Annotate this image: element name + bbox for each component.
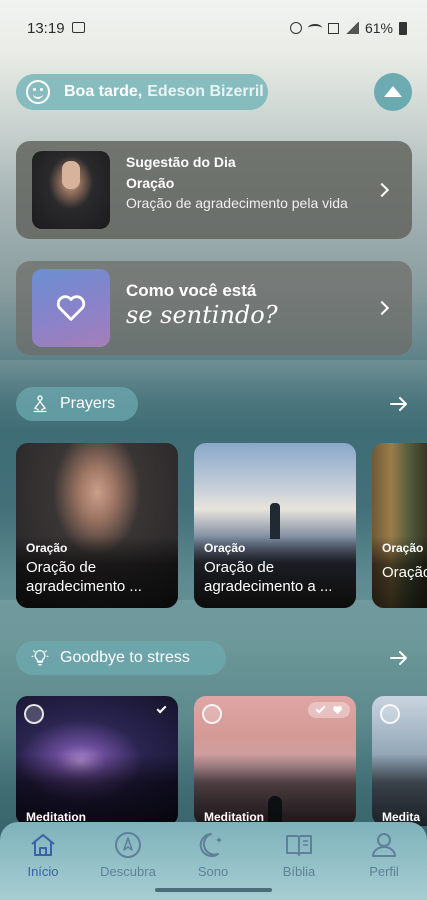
meditation-card[interactable]: Meditation bbox=[16, 696, 178, 826]
card-category: Oração bbox=[204, 541, 246, 555]
alarm-icon bbox=[289, 22, 302, 34]
arrow-right-icon[interactable] bbox=[390, 650, 408, 666]
signal-icon bbox=[344, 22, 359, 34]
praying-icon bbox=[33, 395, 47, 413]
image-notification-icon bbox=[72, 22, 85, 33]
nav-label: Início bbox=[27, 864, 59, 879]
status-bar: 13:19 61% bbox=[0, 0, 427, 56]
section-label: Goodbye to stress bbox=[60, 649, 190, 666]
user-name: Edeson Bizerril bbox=[147, 83, 264, 100]
nav-label: Sono bbox=[197, 864, 229, 879]
heart-icon bbox=[333, 706, 342, 714]
status-icons: 61% bbox=[289, 20, 407, 36]
suggestion-description: Oração de agradecimento pela vida bbox=[126, 195, 348, 211]
select-circle[interactable] bbox=[24, 704, 44, 724]
nav-item-sono[interactable]: Sono bbox=[178, 830, 248, 879]
greeting-text: Boa tarde, bbox=[64, 83, 143, 100]
nav-label: Descubra bbox=[100, 864, 156, 879]
daily-suggestion-card[interactable]: Sugestão do Dia Oração Oração de agradec… bbox=[16, 141, 412, 239]
section-goodbye-stress[interactable]: Goodbye to stress bbox=[16, 641, 226, 675]
person-silhouette bbox=[270, 503, 280, 539]
card-title: Oração de agradecimento ... bbox=[26, 559, 142, 595]
nav-label: Perfil bbox=[369, 864, 399, 879]
home-icon bbox=[31, 834, 55, 856]
battery-icon bbox=[399, 21, 407, 35]
suggestion-category: Oração bbox=[126, 175, 175, 191]
section-prayers[interactable]: Prayers bbox=[16, 387, 138, 421]
select-circle[interactable] bbox=[380, 704, 400, 724]
select-circle[interactable] bbox=[202, 704, 222, 724]
card-category: Oração bbox=[382, 541, 424, 555]
favorite-check-pill[interactable] bbox=[308, 702, 350, 718]
meditation-card[interactable]: Meditation bbox=[194, 696, 356, 826]
chevron-right-icon bbox=[374, 300, 390, 316]
meditation-card[interactable]: Medita bbox=[372, 696, 427, 826]
heart-icon bbox=[56, 295, 86, 321]
book-icon bbox=[286, 835, 312, 856]
suggestion-thumbnail bbox=[32, 151, 110, 229]
arrow-right-icon[interactable] bbox=[390, 396, 408, 412]
chevron-right-icon bbox=[374, 182, 390, 198]
wifi-icon bbox=[307, 24, 322, 32]
prayer-card[interactable]: Oração Oração de agradecimento ... bbox=[16, 443, 178, 608]
check-icon bbox=[315, 703, 326, 714]
moon-icon bbox=[199, 833, 222, 857]
nav-label: Bíblia bbox=[282, 864, 316, 879]
nav-item-inicio[interactable]: Início bbox=[8, 830, 78, 879]
smile-icon bbox=[26, 80, 50, 104]
compass-icon bbox=[115, 832, 141, 858]
card-category: Oração bbox=[26, 541, 68, 555]
nav-item-descubra[interactable]: Descubra bbox=[93, 830, 163, 879]
mood-question-line1: Como você está bbox=[126, 281, 257, 300]
prayer-card[interactable]: Oração Oração afasta bbox=[372, 443, 427, 608]
status-time: 13:19 bbox=[27, 20, 65, 37]
mood-question-line2: se sentindo? bbox=[126, 301, 278, 329]
home-indicator[interactable] bbox=[155, 888, 272, 892]
mood-card[interactable]: Como você está se sentindo? bbox=[16, 261, 412, 355]
heart-tile bbox=[32, 269, 110, 347]
suggestion-title: Sugestão do Dia bbox=[126, 154, 236, 170]
data-saver-icon bbox=[327, 22, 339, 34]
section-label: Prayers bbox=[60, 395, 116, 412]
card-title: Oração afasta bbox=[382, 564, 427, 581]
profile-icon bbox=[372, 833, 396, 857]
battery-percent: 61% bbox=[364, 20, 393, 36]
greeting-pill: Boa tarde, Edeson Bizerril bbox=[16, 74, 268, 110]
prayer-card[interactable]: Oração Oração de agradecimento a ... bbox=[194, 443, 356, 608]
nav-item-perfil[interactable]: Perfil bbox=[349, 830, 419, 879]
check-icon bbox=[156, 703, 167, 714]
lightbulb-icon bbox=[31, 649, 49, 666]
nav-item-biblia[interactable]: Bíblia bbox=[264, 830, 334, 879]
mountain-icon[interactable] bbox=[374, 73, 412, 111]
card-title: Oração de agradecimento a ... bbox=[204, 559, 333, 595]
